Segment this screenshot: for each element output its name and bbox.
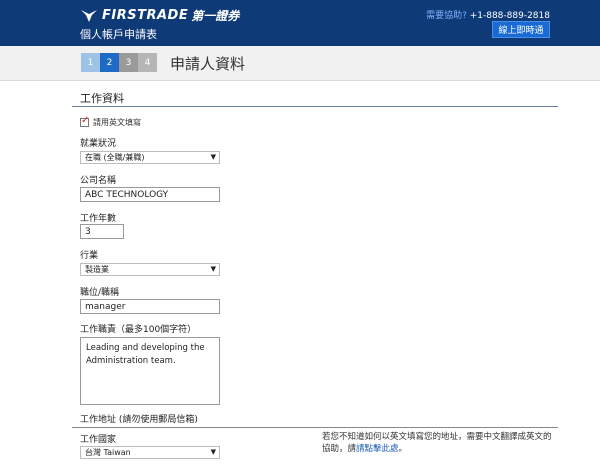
english-checkbox[interactable] [80,115,89,127]
step-2-current: 2 [100,53,119,72]
dropdown-arrow-icon: ▼ [210,448,216,456]
address-divider [72,427,558,428]
industry-select[interactable]: 製造業 ▼ [80,263,220,276]
years-employed-label: 工作年數 [80,214,117,224]
work-address-label: 工作地址 (請勿使用郵局信箱) [80,415,198,425]
industry-value: 製造業 [85,265,109,274]
employment-status-value: 在職 (全職/兼職) [85,153,145,162]
dropdown-arrow-icon: ▼ [210,265,216,273]
employment-status-label: 就業狀況 [80,139,117,149]
live-chat-button[interactable]: 線上即時通 [492,21,550,38]
step-title: 申請人資料 [170,55,246,73]
work-country-label: 工作國家 [80,435,117,445]
section-divider [72,106,558,107]
english-note-row: 請用英文填寫 [80,115,141,128]
application-title: 個人帳戶申請表 [80,28,157,41]
address-help-link[interactable]: 請點擊此處 [356,444,399,454]
work-country-value: 台灣 Taiwan [85,448,131,457]
job-title-label: 職位/職稱 [80,288,120,298]
employment-status-select[interactable]: 在職 (全職/兼職) ▼ [80,151,220,164]
help-question-link[interactable]: 需要協助? [426,11,467,21]
logo-text-en: FIRSTRADE [102,8,189,23]
job-duties-label: 工作職責（最多100個字符） [80,325,197,335]
address-help-end: 。 [398,444,408,454]
top-header: FIRSTRADE 第一證券 個人帳戶申請表 需要協助? +1-888-889-… [0,0,600,46]
english-note-label: 請用英文填寫 [93,118,141,127]
work-country-select[interactable]: 台灣 Taiwan ▼ [80,446,220,459]
step-4: 4 [138,53,157,72]
help-line: 需要協助? +1-888-889-2818 [426,8,550,21]
years-employed-input[interactable]: 3 [80,224,124,239]
step-bar: 1 2 3 4 申請人資料 [0,46,600,81]
job-duties-textarea[interactable]: Leading and developing the Administratio… [80,337,220,405]
logo-text-zh: 第一證券 [191,9,240,23]
step-3: 3 [119,53,138,72]
company-name-input[interactable]: ABC TECHNOLOGY [80,187,220,202]
firstrade-logo[interactable]: FIRSTRADE 第一證券 [80,7,239,24]
step-indicator: 1 2 3 4 [81,53,157,72]
company-name-label: 公司名稱 [80,176,117,186]
address-help-note: 若您不知道如何以英文填寫您的地址，需要中文翻譯成英文的協助，請請點擊此處。 [322,431,552,455]
industry-label: 行業 [80,251,99,261]
help-phone: +1-888-889-2818 [469,11,550,21]
dropdown-arrow-icon: ▼ [210,153,216,161]
eagle-logo-icon [81,9,97,22]
section-title: 工作資料 [80,92,124,105]
step-1[interactable]: 1 [81,53,100,72]
job-title-input[interactable]: manager [80,299,220,314]
